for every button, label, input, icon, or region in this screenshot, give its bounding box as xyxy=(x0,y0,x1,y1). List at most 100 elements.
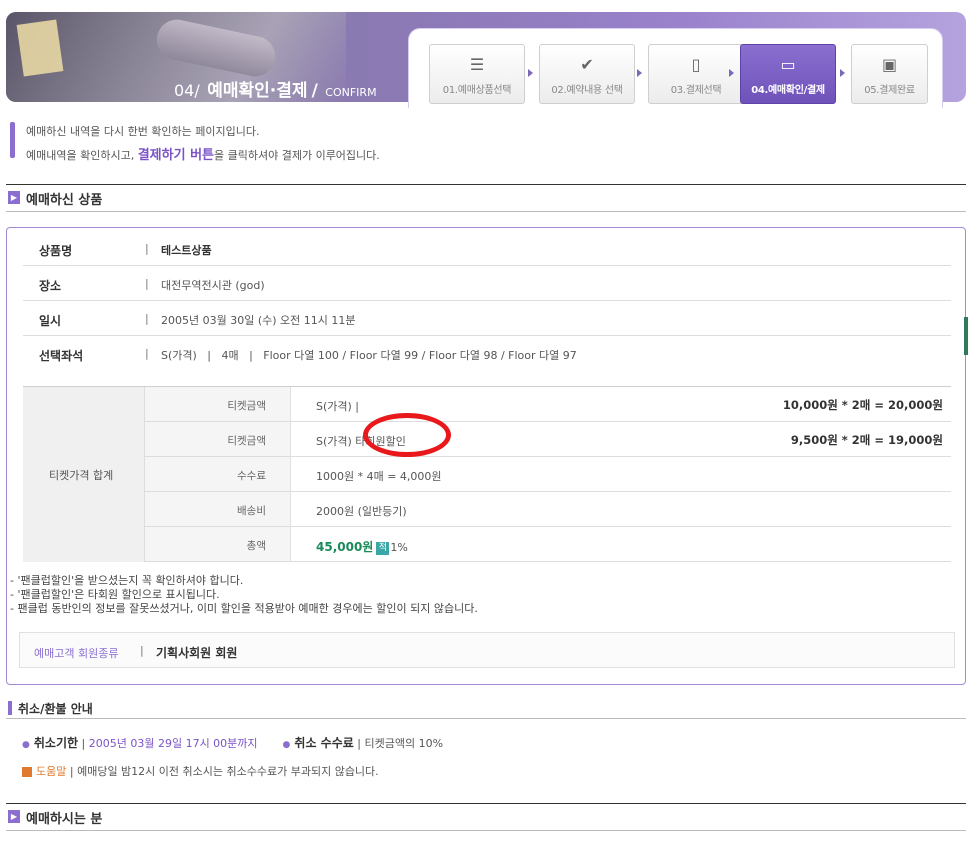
bullet-icon: ● xyxy=(22,740,30,750)
ticket-icon: ▭ xyxy=(780,55,796,74)
section-product-title: 예매하신 상품 xyxy=(26,193,103,208)
info-row-seats: 선택좌석 | S(가격) | 4매 | Floor 다열 100 / Floor… xyxy=(23,336,951,371)
info-row-product: 상품명 | 테스트상품 xyxy=(23,231,951,266)
step-arrow-icon xyxy=(528,69,533,77)
section-buyer-heading: ▶ 예매하시는 분 xyxy=(6,803,966,831)
page-title-english: CONFIRM xyxy=(325,86,377,99)
step-2: ✔ 02.예약내용 선택 xyxy=(539,44,635,104)
cancel-info: ● 취소기한 | 2005년 03월 29일 17시 00분까지 ● 취소 수수료 … xyxy=(22,736,444,750)
box-icon: ▣ xyxy=(881,55,898,74)
intro-message: 예매하신 내역을 다시 한번 확인하는 페이지입니다. 예매내역을 확인하시고,… xyxy=(10,120,380,168)
help-label: 도움말 xyxy=(36,765,67,778)
price-row-total: 총액 45,000원 적 1% xyxy=(145,527,951,562)
info-value: 대전무역전시관 (god) xyxy=(161,279,265,292)
info-sep: | xyxy=(145,347,149,360)
section-marker-icon xyxy=(8,701,12,715)
cancel-fee-label: 취소 수수료 xyxy=(294,736,354,750)
total-amount: 45,000원 xyxy=(316,540,374,554)
info-key: 장소 xyxy=(39,279,62,293)
step-arrow-icon xyxy=(729,69,734,77)
price-total: 45,000원 적 1% xyxy=(316,538,408,555)
info-value: 테스트상품 xyxy=(161,244,212,257)
member-type-key: 예매고객 회원종류 xyxy=(34,647,119,660)
member-type-sep: | xyxy=(140,644,144,657)
info-key: 선택좌석 xyxy=(39,349,84,363)
info-key: 일시 xyxy=(39,314,62,328)
right-edge-tab xyxy=(964,317,968,355)
price-amount: 9,500원 * 2매 = 19,000원 xyxy=(790,433,943,447)
red-highlight-circle xyxy=(363,413,451,457)
step-1: ☰ 01.예매상품선택 xyxy=(429,44,525,104)
info-key: 상품명 xyxy=(39,244,73,258)
intro-line-2-post: 을 클릭하셔야 결제가 이루어집니다. xyxy=(214,149,380,162)
step-arrow-icon xyxy=(637,69,642,77)
help-line: 도움말 | 예매당일 밤12시 이전 취소시는 취소수수료가 부과되지 않습니다… xyxy=(22,763,379,779)
step-5-label: 05.결제완료 xyxy=(864,85,915,96)
price-key: 수수료 xyxy=(237,470,266,482)
price-header: 티켓가격 합계 xyxy=(23,387,145,562)
step-2-label: 02.예약내용 선택 xyxy=(551,85,623,96)
price-value: 2000원 (일반등기) xyxy=(316,505,407,518)
header-paper-decoration xyxy=(16,19,64,77)
note-line: - '팬클럽할인'은 타회원 할인으로 표시됩니다. xyxy=(10,588,220,601)
section-cancel-heading: 취소/환불 안내 xyxy=(6,697,966,719)
step-3-label: 03.결제선택 xyxy=(670,85,722,96)
cancel-deadline-value: 2005년 03월 29일 17시 00분까지 xyxy=(88,737,258,750)
point-rate: 1% xyxy=(390,541,408,554)
info-row-datetime: 일시 | 2005년 03월 30일 (수) 오전 11시 11분 xyxy=(23,301,951,336)
price-key: 총액 xyxy=(246,540,266,552)
page-title-number: 04 xyxy=(174,81,195,100)
intro-line-1: 예매하신 내역을 다시 한번 확인하는 페이지입니다. xyxy=(26,125,260,138)
price-row-ticket-1: 티켓금액 S(가격) | 10,000원 * 2매 = 20,000원 xyxy=(145,387,951,422)
info-sep: | xyxy=(145,242,149,255)
intro-line-2-pre: 예매내역을 확인하시고, xyxy=(26,149,138,162)
step-1-label: 01.예매상품선택 xyxy=(442,85,512,96)
price-key: 티켓금액 xyxy=(227,400,266,412)
intro-highlight: 결제하기 버튼 xyxy=(137,148,214,163)
cancel-fee-value: 티켓금액의 10% xyxy=(364,737,444,750)
price-row-ticket-2: 티켓금액 S(가격) 타회원할인 9,500원 * 2매 = 19,000원 xyxy=(145,422,951,457)
member-type-value: 기획사회원 회원 xyxy=(156,646,238,660)
section-buyer-title: 예매하시는 분 xyxy=(26,812,103,827)
page-title-name: 예매확인·결제 xyxy=(207,81,308,101)
info-row-venue: 장소 | 대전무역전시관 (god) xyxy=(23,266,951,301)
triangle-right-icon: ▶ xyxy=(8,191,20,204)
page-title: 04/ 예매확인·결제 / CONFIRM xyxy=(174,81,377,101)
price-header-label: 티켓가격 합계 xyxy=(49,469,114,482)
point-badge-icon: 적 xyxy=(376,541,390,555)
price-key: 티켓금액 xyxy=(227,435,266,447)
help-icon xyxy=(22,767,32,777)
section-product-heading: ▶ 예매하신 상품 xyxy=(6,184,966,212)
price-row-shipping: 배송비 2000원 (일반등기) xyxy=(145,492,951,527)
info-sep: | xyxy=(145,312,149,325)
note-line: - '팬클럽할인'을 받으셨는지 꼭 확인하셔야 합니다. xyxy=(10,574,244,587)
price-value: S(가격) | xyxy=(316,400,360,413)
price-amount: 10,000원 * 2매 = 20,000원 xyxy=(782,398,943,412)
bullet-icon: ● xyxy=(282,740,291,750)
note-line: - 팬클럽 동반인의 정보를 잘못쓰셨거나, 이미 할인을 적용받아 예매한 경… xyxy=(10,602,478,615)
section-cancel-title: 취소/환불 안내 xyxy=(18,702,93,716)
price-key: 배송비 xyxy=(237,505,266,517)
triangle-right-icon: ▶ xyxy=(8,810,20,823)
price-row-fee: 수수료 1000원 * 4매 = 4,000원 xyxy=(145,457,951,492)
step-4: ▭ 04.예매확인/결제 xyxy=(740,44,836,104)
check-document-icon: ✔ xyxy=(580,55,594,74)
discount-notes: - '팬클럽할인'을 받으셨는지 꼭 확인하셔야 합니다. - '팬클럽할인'은… xyxy=(10,574,478,616)
price-value: 1000원 * 4매 = 4,000원 xyxy=(316,470,442,483)
product-box: 상품명 | 테스트상품 장소 | 대전무역전시관 (god) 일시 | 2005… xyxy=(6,227,966,685)
progress-steps: ☰ 01.예매상품선택 ✔ 02.예약내용 선택 ▯ 03.결제선택 ▭ 04.… xyxy=(408,28,943,108)
list-icon: ☰ xyxy=(469,55,485,74)
help-text: 예매당일 밤12시 이전 취소시는 취소수수료가 부과되지 않습니다. xyxy=(77,765,379,778)
member-type-row: 예매고객 회원종류 | 기획사회원 회원 xyxy=(19,632,955,668)
clipboard-icon: ▯ xyxy=(691,55,701,74)
step-arrow-icon xyxy=(840,69,845,77)
cancel-deadline-label: 취소기한 xyxy=(33,736,79,750)
info-value: 2005년 03월 30일 (수) 오전 11시 11분 xyxy=(161,314,356,327)
price-table: 티켓가격 합계 티켓금액 S(가격) | 10,000원 * 2매 = 20,0… xyxy=(23,386,951,562)
step-4-label: 04.예매확인/결제 xyxy=(751,85,825,96)
intro-bar xyxy=(10,122,15,158)
intro-line-2: 예매내역을 확인하시고, 결제하기 버튼을 클릭하셔야 결제가 이루어집니다. xyxy=(26,144,380,168)
info-value: S(가격) | 4매 | Floor 다열 100 / Floor 다열 99 … xyxy=(161,349,577,362)
step-5: ▣ 05.결제완료 xyxy=(851,44,928,104)
info-sep: | xyxy=(145,277,149,290)
